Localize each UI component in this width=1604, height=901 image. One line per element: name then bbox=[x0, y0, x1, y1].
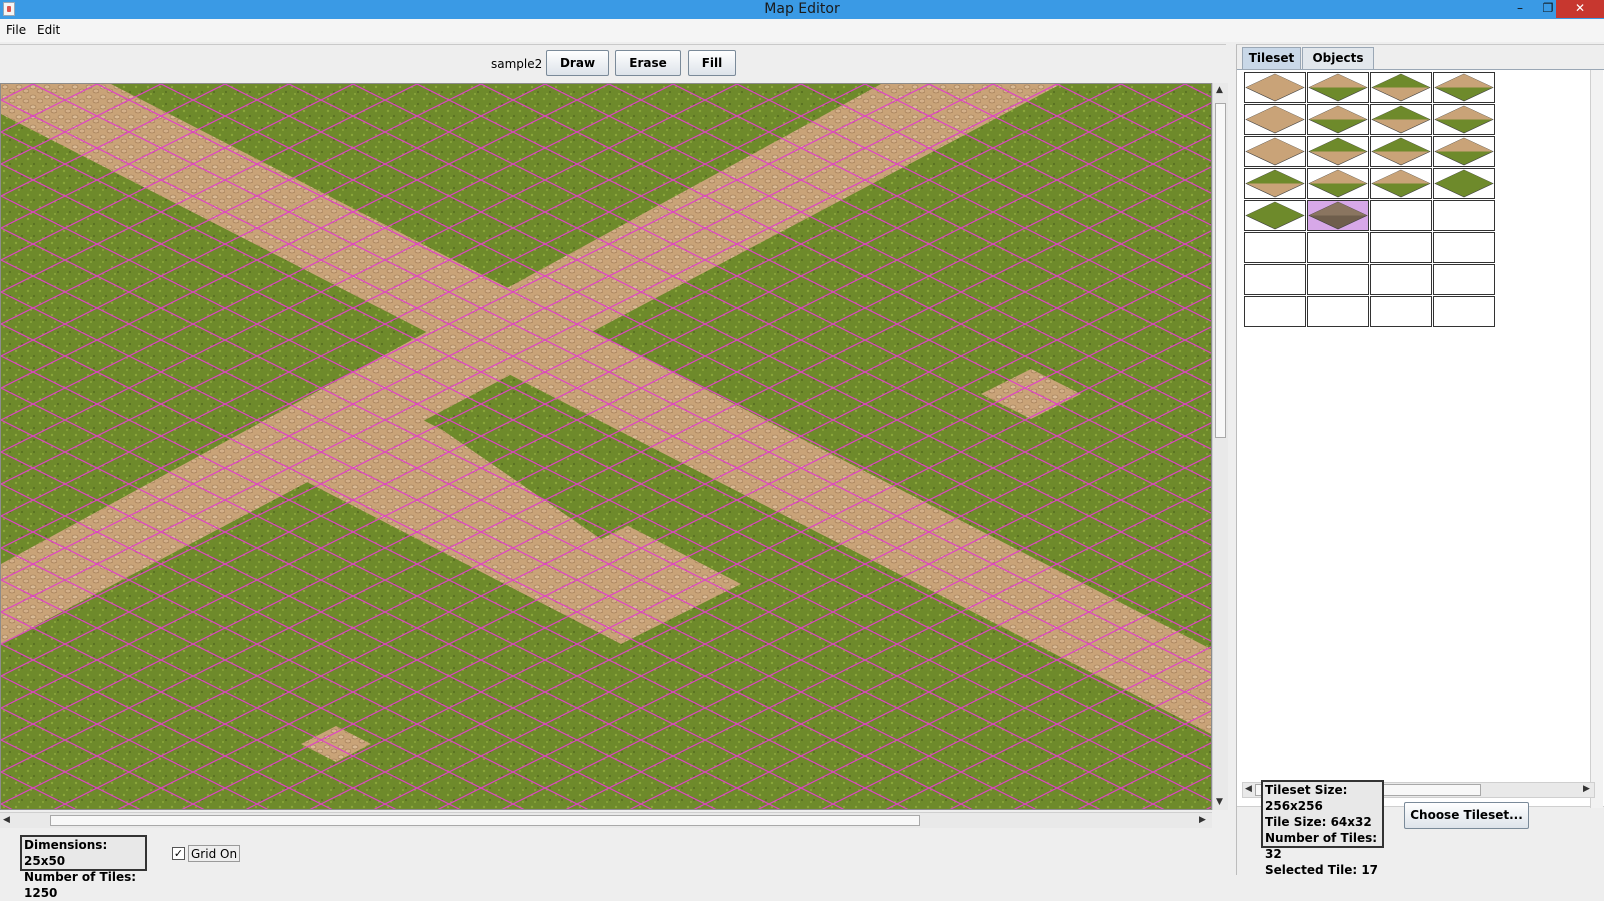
palette-vertical-scrollbar[interactable] bbox=[1590, 70, 1603, 808]
fill-button[interactable]: Fill bbox=[688, 50, 736, 76]
palette-empty-cell[interactable] bbox=[1370, 296, 1432, 327]
map-panel: sample2 Draw Erase Fill ▲ ▼ ◀ ▶ Dimensio… bbox=[0, 44, 1228, 900]
close-button[interactable]: ✕ bbox=[1556, 0, 1604, 18]
tileset-size-label: Tileset Size: 256x256 bbox=[1265, 783, 1348, 813]
scroll-up-icon[interactable]: ▲ bbox=[1216, 85, 1223, 95]
palette-tile-17[interactable] bbox=[1307, 200, 1369, 231]
vertical-scroll-thumb[interactable] bbox=[1215, 103, 1226, 438]
palette-empty-cell[interactable] bbox=[1244, 264, 1306, 295]
palette-empty-cell[interactable] bbox=[1433, 296, 1495, 327]
tile-size-label: Tile Size: 64x32 bbox=[1265, 815, 1372, 829]
palette-tile-16[interactable] bbox=[1244, 200, 1306, 231]
palette-empty-cell[interactable] bbox=[1370, 264, 1432, 295]
palette-empty-cell[interactable] bbox=[1244, 232, 1306, 263]
horizontal-scroll-thumb[interactable] bbox=[50, 815, 920, 826]
minimize-button[interactable]: – bbox=[1506, 0, 1534, 18]
palette-tile-1[interactable] bbox=[1307, 72, 1369, 103]
iso-grid bbox=[1, 84, 1211, 809]
map-vertical-scrollbar[interactable]: ▲ ▼ bbox=[1212, 83, 1228, 810]
scroll-down-icon[interactable]: ▼ bbox=[1216, 797, 1223, 807]
scroll-right-icon[interactable]: ▶ bbox=[1199, 815, 1206, 825]
palette-empty-cell[interactable] bbox=[1370, 232, 1432, 263]
selected-tile-label: Selected Tile: 17 bbox=[1265, 863, 1379, 877]
menu-bar: File Edit bbox=[0, 19, 1604, 42]
palette-tile-11[interactable] bbox=[1433, 136, 1495, 167]
tileset-num-tiles-label: Number of Tiles: 32 bbox=[1265, 831, 1378, 861]
grid-on-checkbox[interactable]: ✓ bbox=[172, 847, 185, 860]
palette-tile-15[interactable] bbox=[1433, 168, 1495, 199]
palette-tile-10[interactable] bbox=[1370, 136, 1432, 167]
palette-tile-6[interactable] bbox=[1370, 104, 1432, 135]
tab-objects[interactable]: Objects bbox=[1302, 47, 1374, 69]
menu-file[interactable]: File bbox=[6, 23, 26, 37]
map-name-label: sample2 bbox=[491, 57, 543, 71]
menu-edit[interactable]: Edit bbox=[37, 23, 60, 37]
palette-empty-cell[interactable] bbox=[1307, 296, 1369, 327]
tileset-info-box: Tileset Size: 256x256 Tile Size: 64x32 N… bbox=[1261, 780, 1384, 877]
palette-tile-3[interactable] bbox=[1433, 72, 1495, 103]
palette-tile-4[interactable] bbox=[1244, 104, 1306, 135]
palette-empty-cell[interactable] bbox=[1307, 264, 1369, 295]
window-title: Map Editor bbox=[764, 1, 840, 17]
palette-tile-13[interactable] bbox=[1307, 168, 1369, 199]
palette-tile-12[interactable] bbox=[1244, 168, 1306, 199]
map-info-box: Dimensions: 25x50 Number of Tiles: 1250 bbox=[20, 835, 147, 900]
palette-empty-cell[interactable] bbox=[1433, 200, 1495, 231]
tileset-panel: Tileset Objects ◀ ▶ Tileset Size: 256x25… bbox=[1236, 44, 1604, 877]
palette-empty-cell[interactable] bbox=[1307, 232, 1369, 263]
draw-button[interactable]: Draw bbox=[546, 50, 609, 76]
palette-tile-2[interactable] bbox=[1370, 72, 1432, 103]
palette-empty-cell[interactable] bbox=[1433, 264, 1495, 295]
title-bar: Map Editor – ❐ ✕ bbox=[0, 0, 1604, 19]
palette-tile-8[interactable] bbox=[1244, 136, 1306, 167]
dimensions-label: Dimensions: 25x50 bbox=[24, 838, 108, 868]
palette-tile-14[interactable] bbox=[1370, 168, 1432, 199]
palette-tile-7[interactable] bbox=[1433, 104, 1495, 135]
choose-tileset-button[interactable]: Choose Tileset... bbox=[1404, 802, 1529, 829]
map-horizontal-scrollbar[interactable]: ◀ ▶ bbox=[0, 812, 1212, 828]
palette-tile-5[interactable] bbox=[1307, 104, 1369, 135]
map-canvas[interactable] bbox=[0, 83, 1212, 810]
palette-tile-9[interactable] bbox=[1307, 136, 1369, 167]
palette-scroll-left-icon[interactable]: ◀ bbox=[1245, 784, 1252, 794]
scroll-left-icon[interactable]: ◀ bbox=[3, 815, 10, 825]
tileset-tab-body: ◀ ▶ bbox=[1237, 69, 1604, 808]
palette-empty-cell[interactable] bbox=[1370, 200, 1432, 231]
palette-empty-cell[interactable] bbox=[1244, 296, 1306, 327]
tab-tileset[interactable]: Tileset bbox=[1242, 47, 1301, 69]
palette-scroll-right-icon[interactable]: ▶ bbox=[1583, 784, 1590, 794]
palette-tile-0[interactable] bbox=[1244, 72, 1306, 103]
grid-on-label[interactable]: Grid On bbox=[188, 845, 241, 862]
erase-button[interactable]: Erase bbox=[615, 50, 681, 76]
palette-empty-cell[interactable] bbox=[1433, 232, 1495, 263]
